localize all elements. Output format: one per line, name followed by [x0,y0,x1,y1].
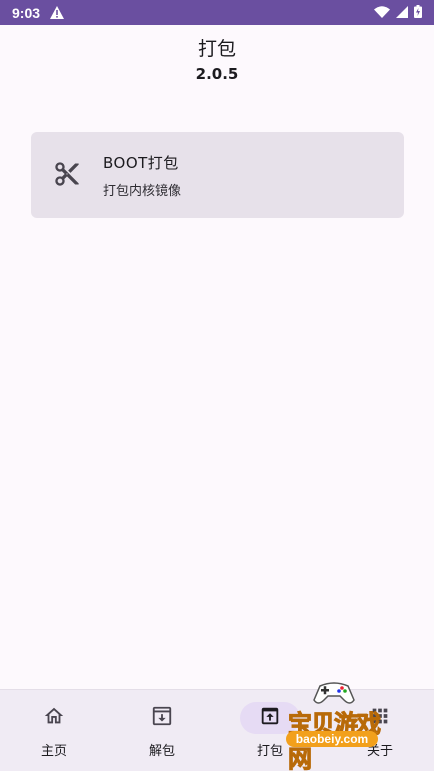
card-text: BOOT打包 打包内核镜像 [103,152,181,199]
battery-icon [414,3,422,22]
status-bar: 9:03 [0,0,434,25]
home-icon [43,705,65,731]
warning-icon [50,6,65,19]
status-indicators [374,3,422,22]
nav-icon-container [132,702,192,734]
watermark-url: baobeiy.com [286,731,378,747]
pack-icon [259,705,281,731]
nav-label-pack: 打包 [256,744,283,759]
card-subtitle: 打包内核镜像 [103,184,182,199]
archive-icon [151,705,173,731]
watermark-logo: 宝贝游戏网 baobeiy.com [282,678,402,771]
boot-pack-card[interactable]: BOOT打包 打包内核镜像 [31,132,404,218]
scissors-icon [53,160,81,188]
nav-icon-container [24,702,84,734]
nav-label-unpack: 解包 [148,744,175,759]
card-title: BOOT打包 [103,154,179,172]
status-time: 9:03 [12,4,41,21]
signal-icon [396,3,408,22]
nav-item-home[interactable]: 主页 [0,690,108,771]
wifi-icon [374,3,390,22]
nav-label-home: 主页 [40,744,67,759]
page-title: 打包 [197,38,236,60]
page-header: 打包 2.0.5 [0,34,434,83]
app-version: 2.0.5 [195,65,239,83]
nav-item-unpack[interactable]: 解包 [108,690,216,771]
